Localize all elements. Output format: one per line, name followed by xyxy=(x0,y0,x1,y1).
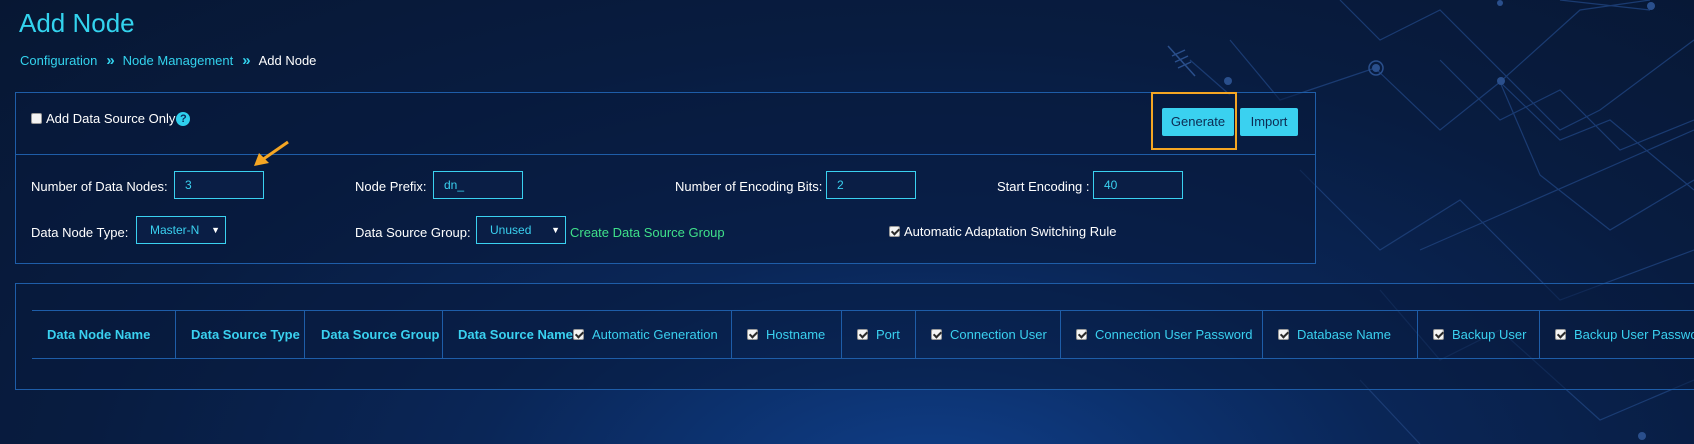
port-checkbox[interactable] xyxy=(857,329,868,340)
add-data-source-only-checkbox[interactable] xyxy=(31,113,42,124)
column-divider xyxy=(731,311,732,358)
col-hostname: Hostname xyxy=(747,311,825,358)
auto-switching-checkbox[interactable] xyxy=(889,226,900,237)
database-name-checkbox[interactable] xyxy=(1278,329,1289,340)
col-database-name: Database Name xyxy=(1278,311,1391,358)
data-source-group-label: Data Source Group: xyxy=(355,225,471,240)
col-connection-user-password: Connection User Password xyxy=(1076,311,1253,358)
start-encoding-label: Start Encoding : xyxy=(997,179,1090,194)
column-divider xyxy=(442,311,443,358)
column-divider xyxy=(1417,311,1418,358)
col-backup-user-label: Backup User xyxy=(1452,327,1527,342)
page-title: Add Node xyxy=(19,8,135,38)
backup-user-password-checkbox[interactable] xyxy=(1555,329,1566,340)
create-data-source-group-link[interactable]: Create Data Source Group xyxy=(570,225,725,240)
col-database-name-label: Database Name xyxy=(1297,327,1391,342)
column-divider xyxy=(1060,311,1061,358)
automatic-generation-checkbox[interactable] xyxy=(573,329,584,340)
col-data-source-name: Data Source Name xyxy=(458,327,573,342)
column-divider xyxy=(915,311,916,358)
hostname-checkbox[interactable] xyxy=(747,329,758,340)
table-header-row: Data Node Name Data Source Type Data Sou… xyxy=(32,310,1694,359)
col-backup-user-password: Backup User Password xyxy=(1555,311,1694,358)
breadcrumb-configuration[interactable]: Configuration xyxy=(20,53,97,68)
col-backup-user-password-label: Backup User Password xyxy=(1574,327,1694,342)
data-node-type-select[interactable]: Master-N ▼ xyxy=(136,216,226,244)
add-data-source-only-row: Add Data Source Only ? xyxy=(31,111,191,126)
add-data-source-only-label: Add Data Source Only xyxy=(46,111,176,126)
col-automatic-generation: Automatic Generation xyxy=(573,311,718,358)
chevron-down-icon: ▼ xyxy=(551,225,560,235)
auto-switching-row: Automatic Adaptation Switching Rule xyxy=(889,224,1116,239)
data-source-group-select[interactable]: Unused ▼ xyxy=(476,216,566,244)
breadcrumb-node-management[interactable]: Node Management xyxy=(123,53,234,68)
col-data-node-name: Data Node Name xyxy=(47,327,151,342)
connection-user-password-checkbox[interactable] xyxy=(1076,329,1087,340)
num-data-nodes-input[interactable]: 3 xyxy=(174,171,264,199)
data-node-type-label: Data Node Type: xyxy=(31,225,129,240)
auto-switching-label: Automatic Adaptation Switching Rule xyxy=(904,224,1117,239)
num-encoding-bits-input[interactable]: 2 xyxy=(826,171,916,199)
col-connection-user: Connection User xyxy=(931,311,1047,358)
node-prefix-input[interactable]: dn_ xyxy=(433,171,523,199)
breadcrumb-current: Add Node xyxy=(258,53,317,68)
col-port-label: Port xyxy=(876,327,900,342)
backup-user-checkbox[interactable] xyxy=(1433,329,1444,340)
num-data-nodes-label: Number of Data Nodes: xyxy=(31,179,168,194)
connection-user-checkbox[interactable] xyxy=(931,329,942,340)
column-divider xyxy=(1539,311,1540,358)
column-divider xyxy=(175,311,176,358)
node-config-panel: Add Data Source Only ? Number of Data No… xyxy=(15,92,1316,264)
column-divider xyxy=(1262,311,1263,358)
start-encoding-input[interactable]: 40 xyxy=(1093,171,1183,199)
import-button[interactable]: Import xyxy=(1240,108,1298,136)
breadcrumb-separator: » xyxy=(242,52,251,69)
breadcrumb: Configuration » Node Management » Add No… xyxy=(20,52,316,69)
panel-divider xyxy=(16,154,1315,155)
col-backup-user: Backup User xyxy=(1433,311,1526,358)
generate-highlight-box xyxy=(1151,92,1237,150)
help-icon[interactable]: ? xyxy=(176,111,191,126)
col-hostname-label: Hostname xyxy=(766,327,826,342)
col-data-source-group: Data Source Group xyxy=(321,327,440,342)
node-prefix-label: Node Prefix: xyxy=(355,179,427,194)
num-encoding-bits-label: Number of Encoding Bits: xyxy=(675,179,823,194)
column-divider xyxy=(304,311,305,358)
data-node-type-value: Master-N xyxy=(150,223,200,237)
chevron-down-icon: ▼ xyxy=(211,225,220,235)
data-node-table-panel: Data Node Name Data Source Type Data Sou… xyxy=(15,283,1694,390)
col-connection-user-password-label: Connection User Password xyxy=(1095,327,1253,342)
pointer-arrow-icon xyxy=(254,140,289,166)
breadcrumb-separator: » xyxy=(106,52,115,69)
col-port: Port xyxy=(857,311,900,358)
column-divider xyxy=(841,311,842,358)
col-connection-user-label: Connection User xyxy=(950,327,1047,342)
col-data-source-type: Data Source Type xyxy=(191,327,300,342)
data-source-group-value: Unused xyxy=(490,223,532,237)
col-automatic-generation-label: Automatic Generation xyxy=(592,327,718,342)
